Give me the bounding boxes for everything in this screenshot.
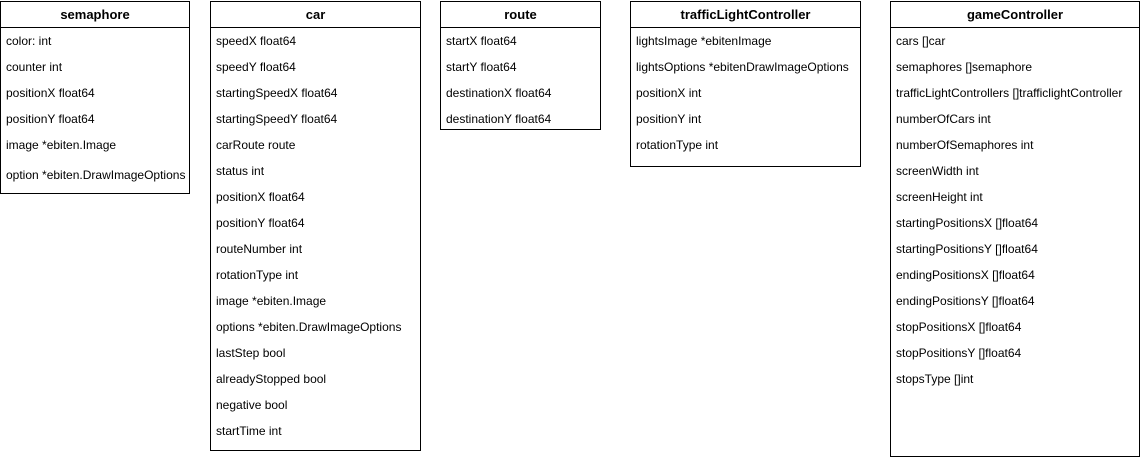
field-game-screenwidth: screenWidth int bbox=[896, 164, 979, 178]
field-car-image: image *ebiten.Image bbox=[216, 294, 327, 308]
field-semaphore-positiony: positionY float64 bbox=[6, 112, 95, 126]
field-game-stoppositionsy: stopPositionsY []float64 bbox=[896, 346, 1022, 360]
field-semaphore-option: option *ebiten.DrawImageOptions bbox=[6, 168, 186, 182]
field-game-stopstype: stopsType []int bbox=[896, 372, 974, 386]
class-fields-game-controller: cars []car semaphores []semaphore traffi… bbox=[891, 28, 1139, 392]
class-box-traffic-light-controller[interactable]: trafficLightController lightsImage *ebit… bbox=[630, 1, 861, 167]
field-game-startingpositionsx: startingPositionsX []float64 bbox=[896, 216, 1039, 230]
field-car-speedy: speedY float64 bbox=[216, 60, 296, 74]
field-tlc-lightsimage: lightsImage *ebitenImage bbox=[636, 34, 772, 48]
field-tlc-rotationtype: rotationType int bbox=[636, 138, 719, 152]
class-box-route[interactable]: route startX float64 startY float64 dest… bbox=[440, 1, 601, 130]
field-game-startingpositionsy: startingPositionsY []float64 bbox=[896, 242, 1038, 256]
class-fields-car: speedX float64 speedY float64 startingSp… bbox=[211, 28, 420, 444]
field-game-endingpositionsy: endingPositionsY []float64 bbox=[896, 294, 1035, 308]
class-box-car[interactable]: car speedX float64 speedY float64 starti… bbox=[210, 1, 421, 451]
class-header-traffic-light-controller: trafficLightController bbox=[631, 2, 860, 28]
field-car-routenumber: routeNumber int bbox=[216, 242, 303, 256]
field-semaphore-positionx: positionX float64 bbox=[6, 86, 95, 100]
field-car-positiony: positionY float64 bbox=[216, 216, 305, 230]
field-game-screenheight: screenHeight int bbox=[896, 190, 983, 204]
field-car-alreadystopped: alreadyStopped bool bbox=[216, 372, 327, 386]
field-car-negative: negative bool bbox=[216, 398, 288, 412]
field-tlc-positionx: positionX int bbox=[636, 86, 702, 100]
field-route-destinationx: destinationX float64 bbox=[446, 86, 552, 100]
class-fields-semaphore: color: int counter int positionX float64… bbox=[1, 28, 189, 188]
field-semaphore-image: image *ebiten.Image bbox=[6, 138, 117, 152]
field-car-startingspeedx: startingSpeedX float64 bbox=[216, 86, 338, 100]
field-game-trafficlightcontrollers: trafficLightControllers []trafficlightCo… bbox=[896, 86, 1123, 100]
field-semaphore-counter: counter int bbox=[6, 60, 63, 74]
field-game-endingpositionsx: endingPositionsX []float64 bbox=[896, 268, 1035, 282]
class-box-semaphore[interactable]: semaphore color: int counter int positio… bbox=[0, 1, 190, 194]
field-game-stoppositionsx: stopPositionsX []float64 bbox=[896, 320, 1022, 334]
class-box-game-controller[interactable]: gameController cars []car semaphores []s… bbox=[890, 1, 1140, 457]
field-car-options: options *ebiten.DrawImageOptions bbox=[216, 320, 402, 334]
field-car-laststep: lastStep bool bbox=[216, 346, 286, 360]
field-car-startingspeedy: startingSpeedY float64 bbox=[216, 112, 338, 126]
field-semaphore-color: color: int bbox=[6, 34, 52, 48]
class-fields-route: startX float64 startY float64 destinatio… bbox=[441, 28, 600, 132]
field-tlc-lightsoptions: lightsOptions *ebitenDrawImageOptions bbox=[636, 60, 849, 74]
field-car-speedx: speedX float64 bbox=[216, 34, 297, 48]
field-game-numberofsemaphores: numberOfSemaphores int bbox=[896, 138, 1034, 152]
class-header-semaphore: semaphore bbox=[1, 2, 189, 28]
field-route-startx: startX float64 bbox=[446, 34, 517, 48]
field-game-semaphores: semaphores []semaphore bbox=[896, 60, 1033, 74]
field-car-status: status int bbox=[216, 164, 265, 178]
field-route-starty: startY float64 bbox=[446, 60, 517, 74]
field-car-rotationtype: rotationType int bbox=[216, 268, 299, 282]
field-game-numberofcars: numberOfCars int bbox=[896, 112, 991, 126]
field-car-carroute: carRoute route bbox=[216, 138, 296, 152]
class-header-route: route bbox=[441, 2, 600, 28]
field-tlc-positiony: positionY int bbox=[636, 112, 702, 126]
class-header-car: car bbox=[211, 2, 420, 28]
field-game-cars: cars []car bbox=[896, 34, 946, 48]
class-header-game-controller: gameController bbox=[891, 2, 1139, 28]
class-fields-traffic-light-controller: lightsImage *ebitenImage lightsOptions *… bbox=[631, 28, 860, 158]
field-car-positionx: positionX float64 bbox=[216, 190, 305, 204]
field-car-starttime: startTime int bbox=[216, 424, 282, 438]
field-route-destinationy: destinationY float64 bbox=[446, 112, 552, 126]
